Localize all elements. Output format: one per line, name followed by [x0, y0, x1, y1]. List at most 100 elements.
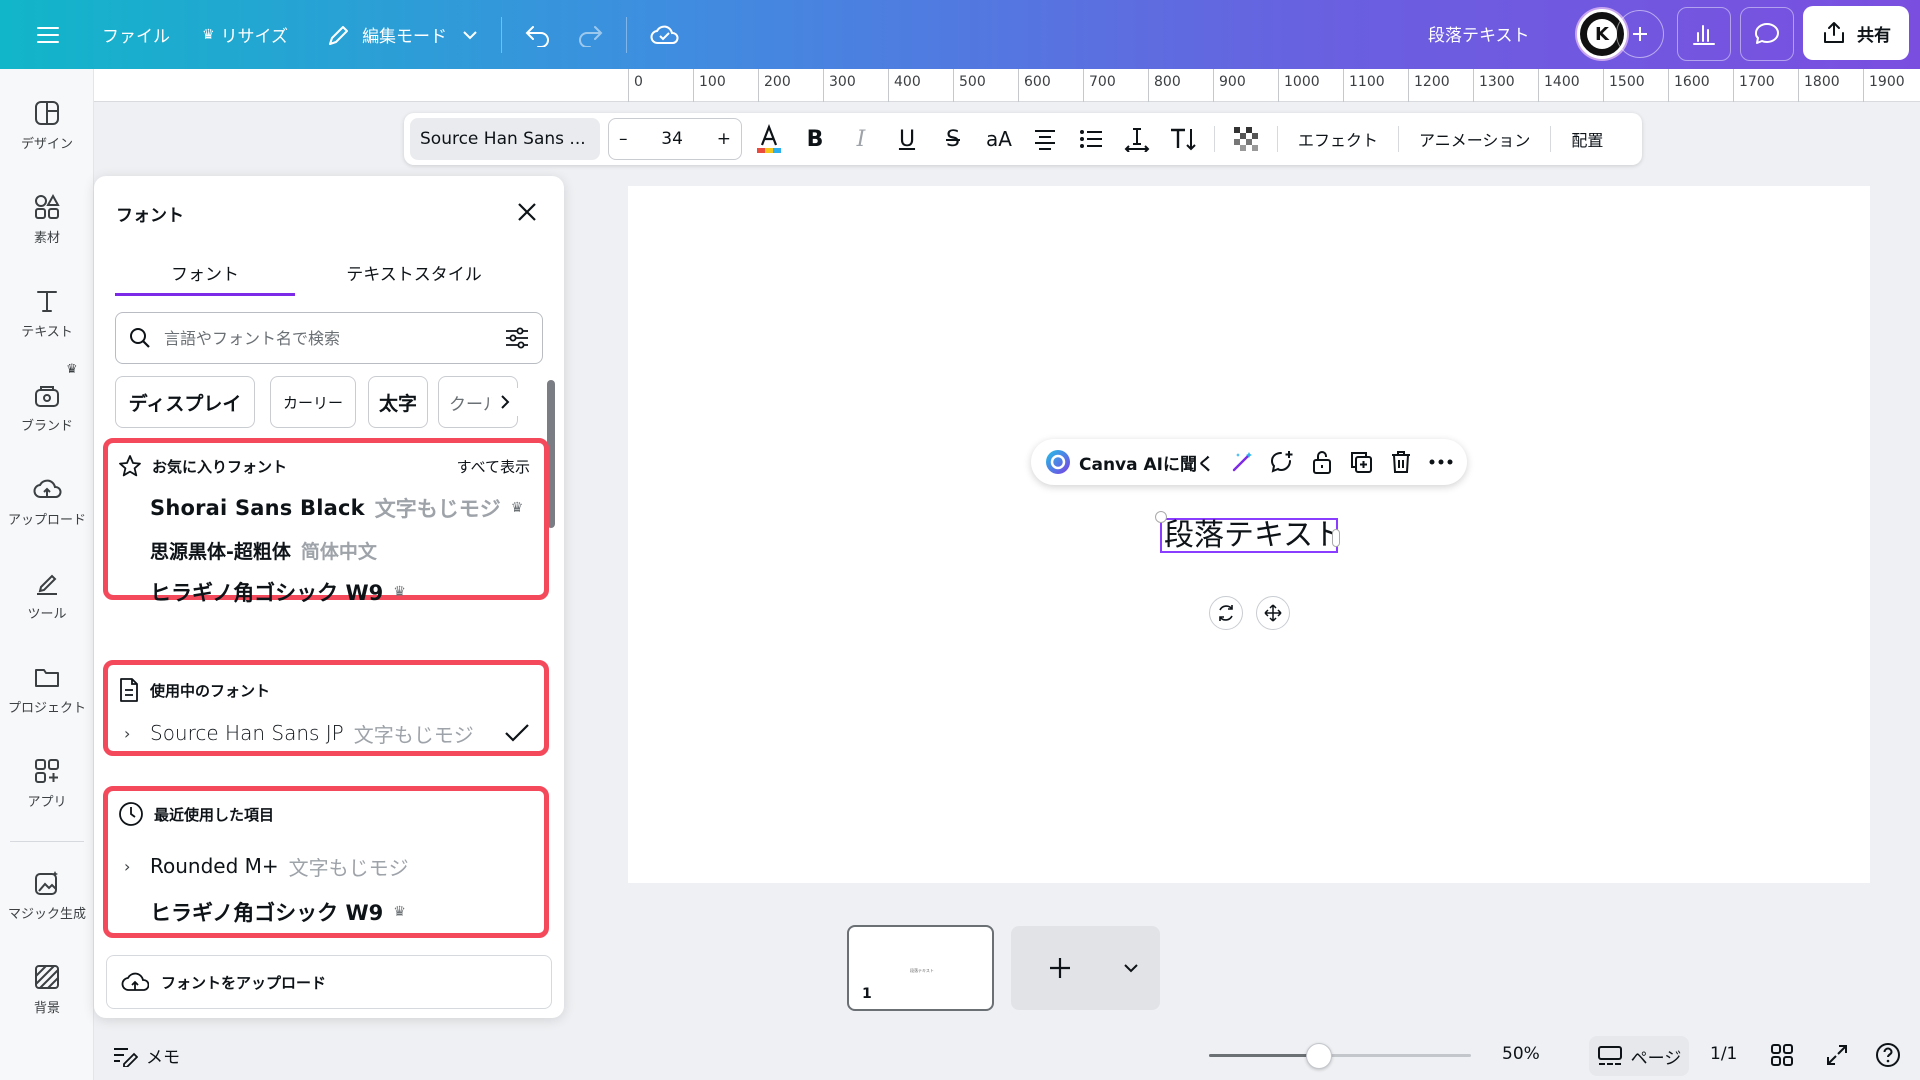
comment-icon	[1755, 23, 1779, 44]
grid-view-button[interactable]	[1768, 1041, 1796, 1069]
font-item[interactable]: › Source Han Sans JP 文字もじモジ	[124, 713, 530, 753]
italic-button[interactable]: I	[838, 118, 884, 160]
delete-button[interactable]	[1383, 442, 1419, 482]
font-size-stepper[interactable]: – 34 +	[608, 118, 742, 160]
rail-item-tools[interactable]: ツール	[0, 569, 94, 622]
transparency-button[interactable]	[1223, 118, 1269, 160]
rail-label: デザイン	[20, 137, 73, 152]
document-icon	[120, 678, 138, 702]
category-chip-display[interactable]: ディスプレイ	[115, 376, 255, 428]
category-chip-curly[interactable]: カーリー	[270, 376, 356, 428]
zoom-slider-handle[interactable]	[1306, 1043, 1333, 1069]
move-handle[interactable]	[1256, 596, 1290, 630]
comments-button[interactable]	[1740, 7, 1794, 61]
view-all-link[interactable]: すべて表示	[457, 456, 530, 477]
letter-case-button[interactable]: aA	[976, 118, 1022, 160]
notes-button[interactable]: メモ	[112, 1043, 180, 1068]
spacing-button[interactable]	[1114, 118, 1160, 160]
insights-button[interactable]	[1677, 7, 1731, 61]
ask-canva-ai-button[interactable]: Canva AIに聞く	[1039, 449, 1220, 475]
add-comment-button[interactable]	[1264, 442, 1300, 482]
rail-item-apps[interactable]: アプリ	[0, 757, 94, 810]
ruler-mark: 200	[758, 69, 823, 102]
fullscreen-button[interactable]	[1823, 1041, 1851, 1069]
page-thumbnail[interactable]: 段落テキスト 1	[847, 925, 994, 1011]
add-page-button[interactable]	[1011, 926, 1160, 1010]
strikethrough-button[interactable]: S	[930, 118, 976, 160]
save-status-button[interactable]	[637, 13, 693, 57]
font-name: Source Han Sans JP	[150, 721, 344, 745]
rail-item-design[interactable]: デザイン	[0, 99, 94, 152]
ruler-mark: 300	[823, 69, 888, 102]
magic-write-button[interactable]	[1224, 442, 1260, 482]
font-search-input[interactable]	[164, 328, 492, 348]
rail-label: 背景	[33, 1001, 60, 1016]
menu-button[interactable]	[22, 13, 74, 57]
font-item[interactable]: ヒラギノ角ゴシック W9 ♛	[124, 572, 530, 612]
font-sample: 文字もじモジ	[353, 722, 474, 747]
close-panel-button[interactable]	[513, 198, 541, 226]
rail-label: アプリ	[27, 795, 67, 810]
rail-item-background[interactable]: 背景	[0, 963, 94, 1016]
vertical-text-button[interactable]	[1160, 118, 1206, 160]
text-color-button[interactable]	[746, 118, 792, 160]
font-size-decrease-button[interactable]: –	[619, 129, 628, 149]
share-button[interactable]: 共有	[1803, 6, 1909, 60]
redo-button[interactable]	[564, 13, 616, 57]
more-options-button[interactable]	[1423, 442, 1459, 482]
bold-button[interactable]: B	[792, 118, 838, 160]
font-item[interactable]: 思源黒体-超粗体 简体中文	[124, 530, 530, 570]
ruler-mark: 500	[953, 69, 1018, 102]
undo-button[interactable]	[512, 13, 564, 57]
search-icon	[130, 328, 150, 348]
category-chip-bold[interactable]: 太字	[368, 376, 428, 428]
underline-button[interactable]: U	[884, 118, 930, 160]
rail-item-uploads[interactable]: アップロード	[0, 475, 94, 528]
chevron-down-icon[interactable]	[1122, 959, 1140, 977]
pages-view-button[interactable]: ページ	[1589, 1036, 1689, 1076]
rotate-handle[interactable]	[1209, 596, 1243, 630]
ruler-mark: 900	[1213, 69, 1278, 102]
rail-item-magic-media[interactable]: マジック生成	[0, 869, 94, 922]
zoom-value[interactable]: 50%	[1502, 1044, 1540, 1064]
font-family-select[interactable]: Source Han Sans ...	[410, 118, 600, 160]
duplicate-button[interactable]	[1344, 442, 1380, 482]
font-item[interactable]: Shorai Sans Black 文字もじモジ ♛	[124, 488, 530, 528]
animation-button[interactable]: アニメーション	[1407, 127, 1542, 151]
rotate-icon	[1219, 605, 1233, 621]
resize-handle[interactable]	[1155, 511, 1167, 523]
font-size-value[interactable]: 34	[661, 129, 683, 149]
filter-icon[interactable]	[504, 326, 530, 350]
file-menu[interactable]: ファイル	[90, 13, 182, 57]
tab-text-styles[interactable]: テキストスタイル	[319, 260, 509, 296]
font-size-increase-button[interactable]: +	[717, 129, 731, 149]
effects-button[interactable]: エフェクト	[1286, 127, 1390, 151]
font-item[interactable]: › Rounded M+ 文字もじモジ	[124, 846, 530, 886]
selected-text-box[interactable]: 段落テキスト	[1160, 518, 1343, 553]
rail-item-projects[interactable]: プロジェクト	[0, 663, 94, 716]
rail-item-brand[interactable]: ブランド	[0, 381, 94, 434]
chevron-right-icon[interactable]: ›	[124, 724, 140, 743]
chips-scroll-right-button[interactable]	[492, 388, 518, 416]
help-button[interactable]	[1874, 1041, 1902, 1069]
chevron-right-icon[interactable]: ›	[124, 857, 140, 876]
resize-button[interactable]: ♛ リサイズ	[190, 13, 300, 57]
rail-item-text[interactable]: テキスト	[0, 287, 94, 340]
add-collaborator-button[interactable]	[1616, 10, 1664, 58]
tab-fonts[interactable]: フォント	[115, 260, 295, 296]
star-icon	[119, 455, 141, 477]
font-item[interactable]: ヒラギノ角ゴシック W9 ♛	[124, 892, 530, 932]
lock-button[interactable]	[1304, 442, 1340, 482]
rail-item-elements[interactable]: 素材	[0, 193, 94, 246]
position-button[interactable]: 配置	[1559, 127, 1615, 151]
list-button[interactable]	[1068, 118, 1114, 160]
align-button[interactable]	[1022, 118, 1068, 160]
document-title[interactable]: 段落テキスト	[1428, 21, 1530, 46]
resize-handle[interactable]	[1332, 529, 1340, 547]
edit-mode-dropdown[interactable]: 編集モード	[314, 13, 491, 57]
plus-icon	[1633, 27, 1647, 41]
cloud-check-icon	[650, 25, 679, 44]
hamburger-icon	[37, 26, 59, 43]
zoom-slider[interactable]	[1209, 1043, 1471, 1069]
upload-font-button[interactable]: フォントをアップロード	[106, 955, 552, 1009]
